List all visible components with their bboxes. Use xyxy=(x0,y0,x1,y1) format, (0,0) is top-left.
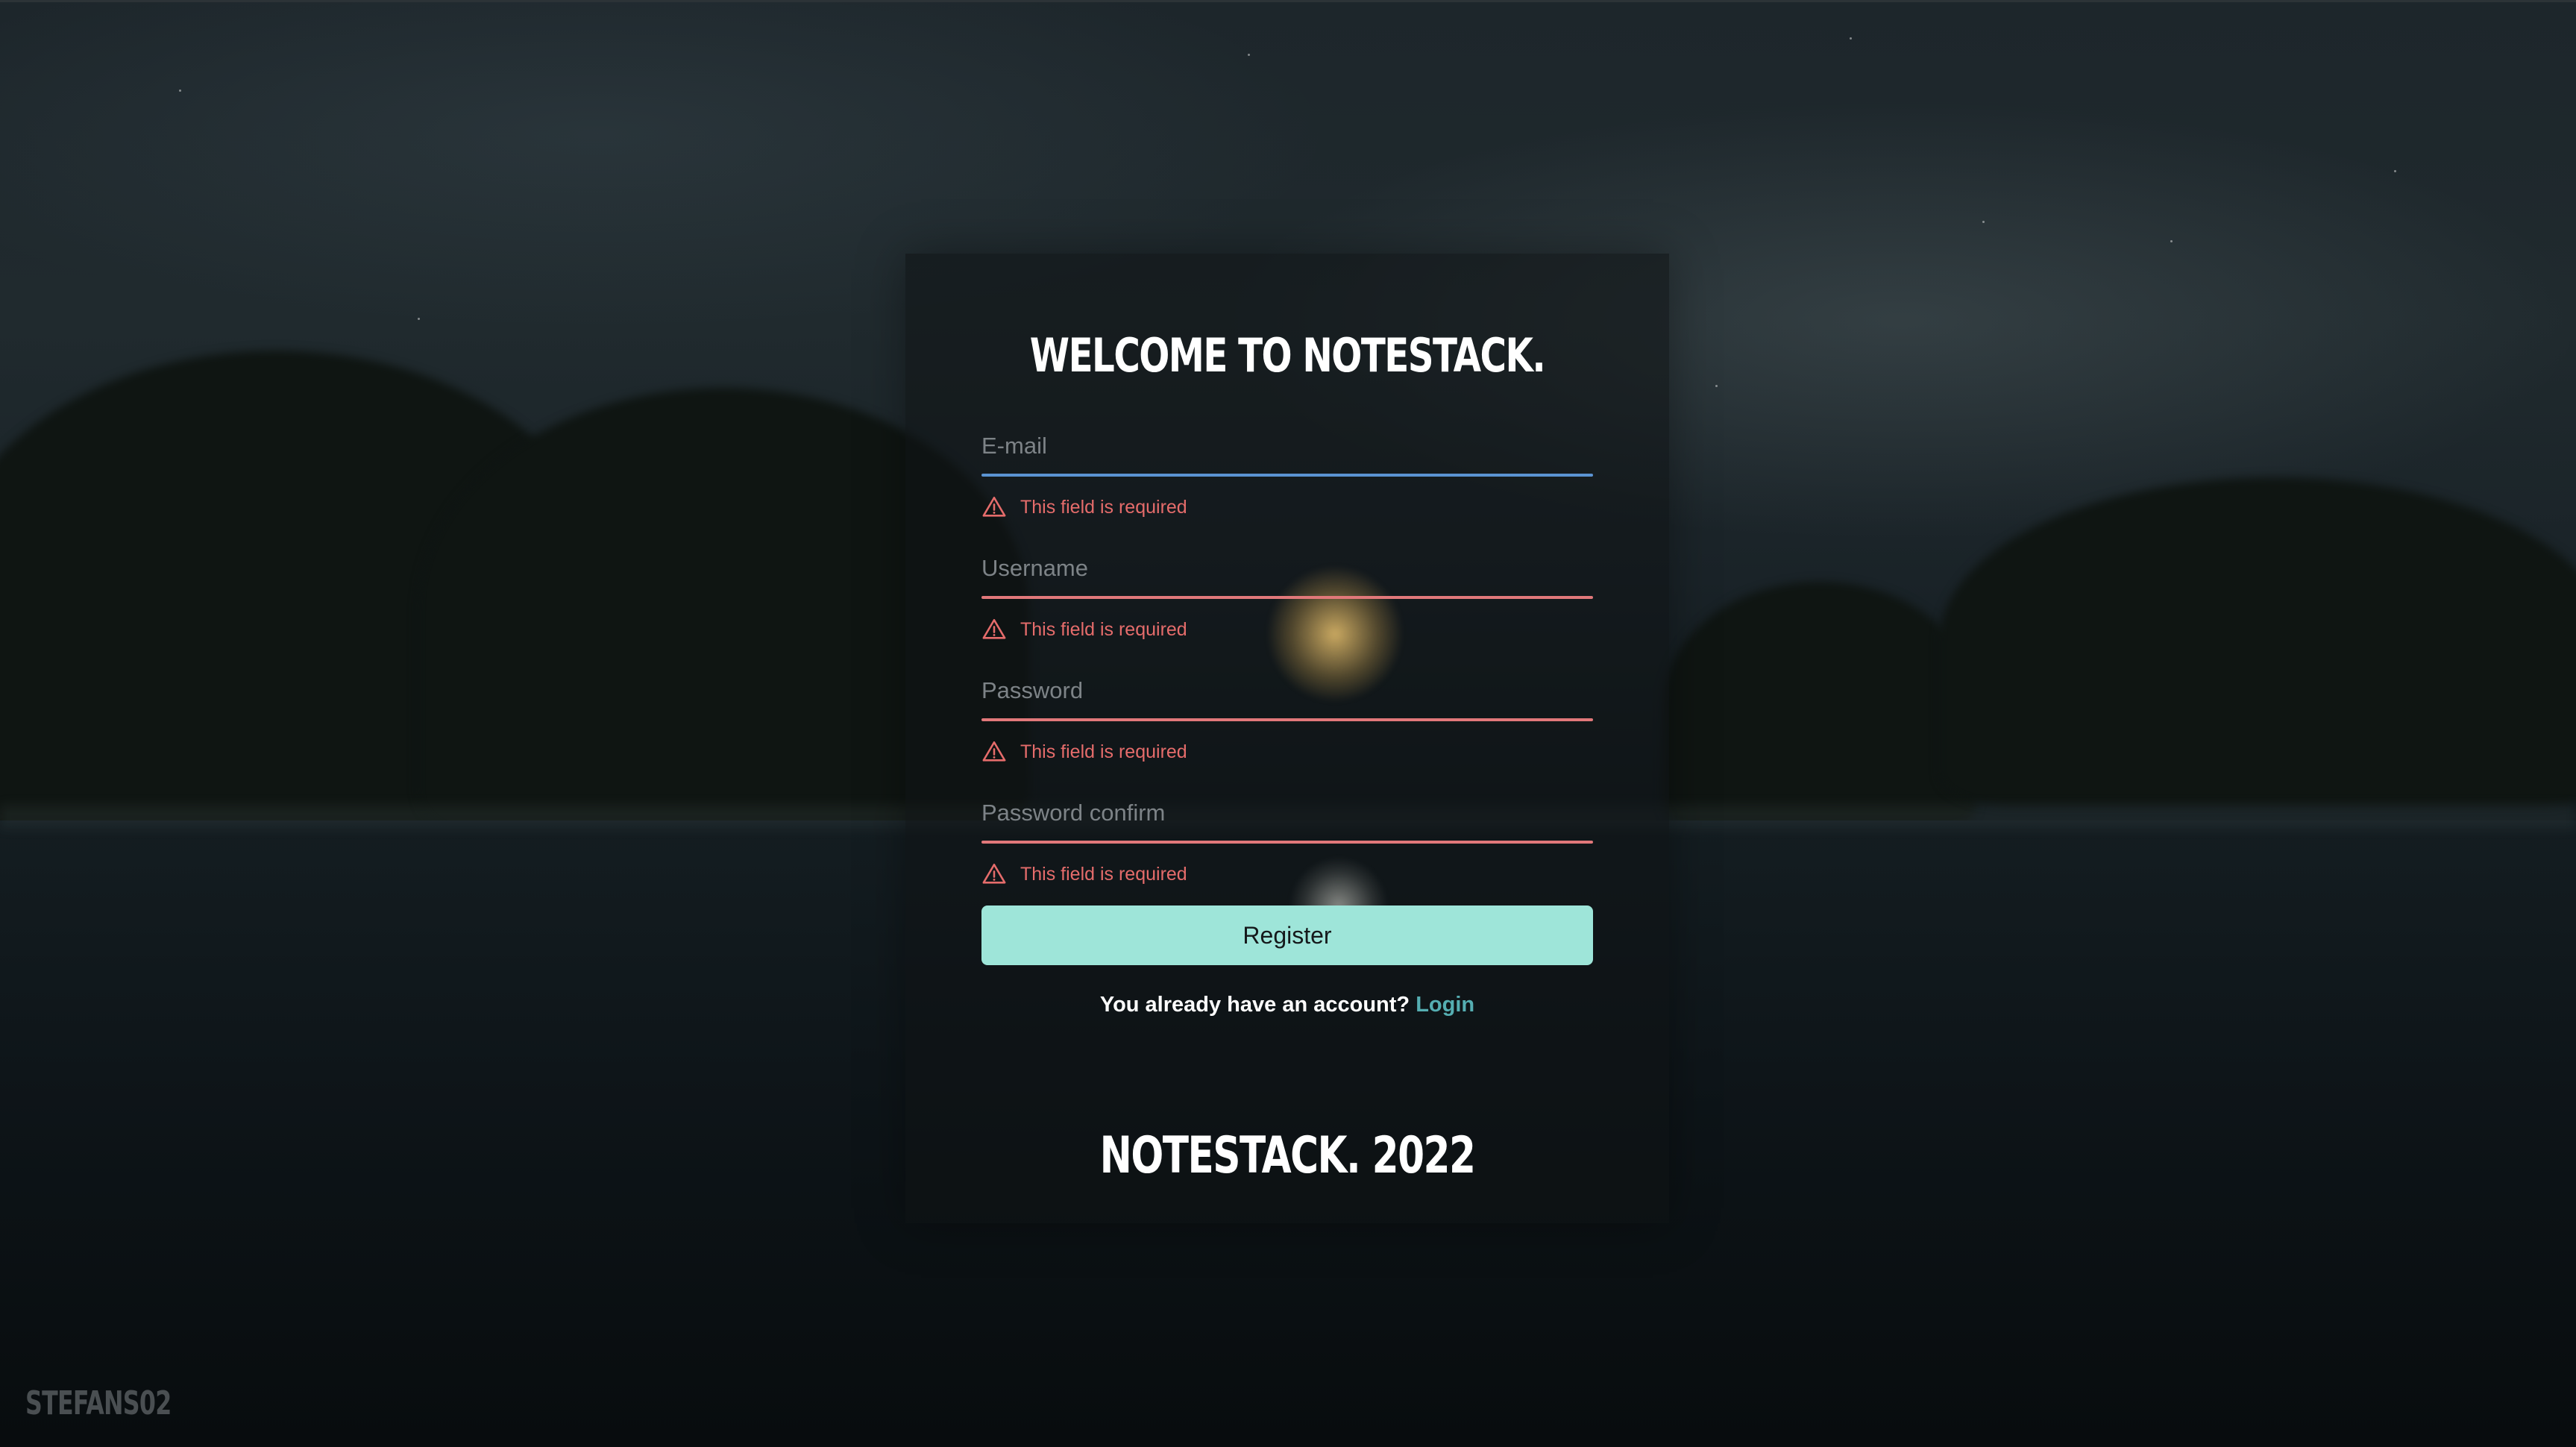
trees-right xyxy=(1939,477,2576,806)
username-field-underline xyxy=(981,596,1593,599)
password-confirm-field-underline xyxy=(981,841,1593,844)
page-title: WELCOME TO NOTESTACK. xyxy=(1029,328,1546,383)
password-error-message: This field is required xyxy=(1020,741,1187,762)
warning-triangle-icon xyxy=(982,863,1006,884)
password-confirm-error: This field is required xyxy=(981,859,1593,889)
email-error: This field is required xyxy=(981,492,1593,522)
star xyxy=(1715,385,1718,387)
author-credit: STEFANS02 xyxy=(25,1384,172,1422)
footer-brand: NOTESTACK. 2022 xyxy=(1099,1126,1476,1185)
warning-triangle-icon xyxy=(982,741,1006,762)
star xyxy=(179,90,181,92)
star xyxy=(1248,54,1250,56)
password-field-underline xyxy=(981,718,1593,721)
email-field[interactable] xyxy=(981,419,1593,473)
username-field-wrapper xyxy=(981,542,1593,601)
star xyxy=(2394,170,2396,172)
password-confirm-error-message: This field is required xyxy=(1020,863,1187,885)
email-field-wrapper xyxy=(981,419,1593,479)
email-field-underline xyxy=(981,474,1593,477)
login-link[interactable]: Login xyxy=(1416,993,1474,1017)
username-field[interactable] xyxy=(981,542,1593,595)
warning-triangle-icon xyxy=(982,496,1006,517)
password-confirm-field-wrapper xyxy=(981,786,1593,846)
register-button[interactable]: Register xyxy=(981,905,1593,965)
warning-triangle-icon xyxy=(982,618,1006,639)
username-error: This field is required xyxy=(981,615,1593,644)
star xyxy=(1850,37,1852,40)
password-field-wrapper xyxy=(981,664,1593,724)
top-border xyxy=(0,0,2576,2)
password-error: This field is required xyxy=(981,737,1593,767)
account-prompt-text: You already have an account? xyxy=(1099,993,1416,1017)
star xyxy=(2170,240,2173,242)
star xyxy=(1982,221,1985,223)
username-error-message: This field is required xyxy=(1020,618,1187,640)
account-prompt: You already have an account? Login xyxy=(905,993,1669,1017)
star xyxy=(418,318,420,320)
password-field[interactable] xyxy=(981,664,1593,718)
trees-right-low xyxy=(1663,582,1976,828)
email-error-message: This field is required xyxy=(1020,496,1187,518)
password-confirm-field[interactable] xyxy=(981,786,1593,840)
